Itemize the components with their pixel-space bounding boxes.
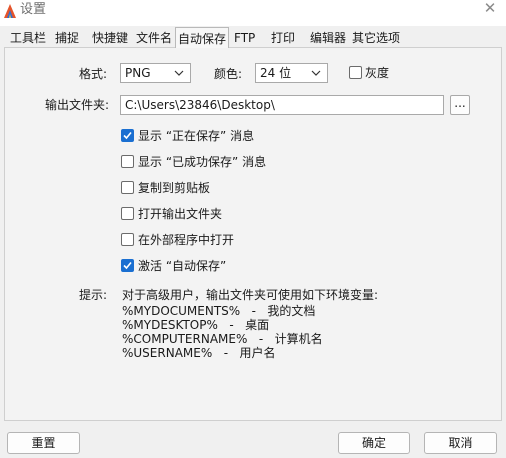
output-folder-label: 输出文件夹: [45, 98, 110, 112]
tab-autosave[interactable]: 自动保存 [175, 27, 229, 48]
hint-intro: 对于高级用户，输出文件夹可使用如下环境变量: [122, 288, 379, 302]
open-external-program-label: 在外部程序中打开 [138, 233, 235, 247]
open-output-folder-label: 打开输出文件夹 [138, 207, 223, 221]
copy-to-clipboard-label: 复制到剪贴板 [138, 181, 211, 195]
format-label: 格式: [79, 67, 108, 81]
env-var-mydocuments: %MYDOCUMENTS% - 我的文档 [122, 304, 316, 318]
show-saving-message-label: 显示 “正在保存” 消息 [138, 129, 255, 143]
chevron-down-icon [174, 70, 184, 76]
chevron-down-icon [311, 70, 321, 76]
close-icon[interactable]: ✕ [480, 0, 500, 18]
color-depth-value: 24 位 [260, 66, 292, 80]
tab-strip: 工具栏 捕捉 快捷键 文件名 自动保存 FTP 打印 编辑器 其它选项 [0, 26, 506, 48]
tab-hotkeys[interactable]: 快捷键 [92, 30, 128, 48]
copy-to-clipboard-checkbox[interactable] [121, 181, 134, 194]
reset-button[interactable]: 重置 [7, 432, 80, 454]
hint-label: 提示: [79, 288, 108, 302]
color-label: 颜色: [214, 67, 243, 81]
tab-filename[interactable]: 文件名 [136, 30, 172, 48]
tab-editor[interactable]: 编辑器 [310, 30, 346, 48]
grayscale-checkbox[interactable] [349, 66, 362, 79]
show-saved-message-label: 显示 “已成功保存” 消息 [138, 155, 267, 169]
title-bar: 设置 ✕ [0, 0, 506, 26]
env-var-computername: %COMPUTERNAME% - 计算机名 [122, 332, 323, 346]
checkmark-icon [123, 261, 132, 270]
open-output-folder-checkbox[interactable] [121, 207, 134, 220]
window-title: 设置 [20, 2, 47, 17]
activate-autosave-checkbox[interactable] [121, 259, 134, 272]
browse-folder-button[interactable]: ... [450, 95, 470, 115]
show-saved-message-checkbox[interactable] [121, 155, 134, 168]
checkmark-icon [123, 131, 132, 140]
ok-button[interactable]: 确定 [338, 432, 410, 454]
env-var-mydesktop: %MYDESKTOP% - 桌面 [122, 318, 270, 332]
app-logo-icon [4, 4, 16, 18]
activate-autosave-label: 激活 “自动保存” [138, 259, 227, 273]
format-value: PNG [125, 66, 151, 80]
tab-ftp[interactable]: FTP [234, 30, 255, 48]
tab-capture[interactable]: 捕捉 [55, 30, 79, 48]
tab-toolbar[interactable]: 工具栏 [10, 30, 46, 48]
format-select[interactable]: PNG [120, 63, 191, 83]
open-external-program-checkbox[interactable] [121, 233, 134, 246]
color-depth-select[interactable]: 24 位 [255, 63, 328, 83]
grayscale-label: 灰度 [365, 66, 390, 80]
show-saving-message-checkbox[interactable] [121, 129, 134, 142]
tab-other-options[interactable]: 其它选项 [352, 30, 400, 48]
env-var-username: %USERNAME% - 用户名 [122, 346, 276, 360]
tab-print[interactable]: 打印 [271, 30, 295, 48]
output-folder-input[interactable]: C:\Users\23846\Desktop\ [120, 95, 444, 115]
cancel-button[interactable]: 取消 [424, 432, 497, 454]
